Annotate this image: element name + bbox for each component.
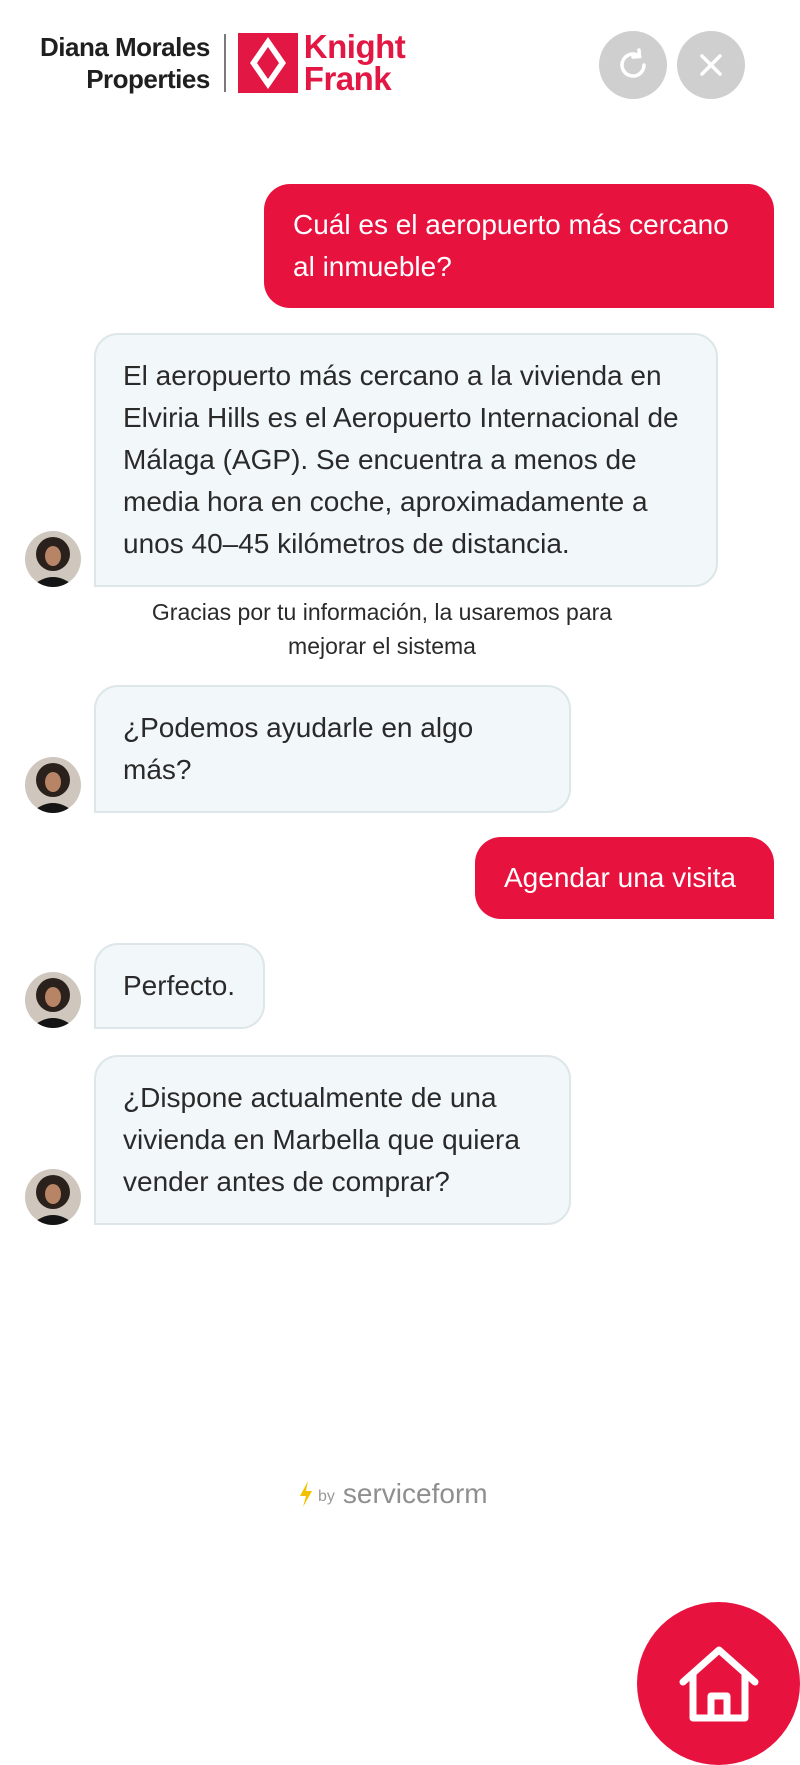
agent-avatar-icon	[25, 972, 81, 1028]
chat-widget: Diana Morales Properties Knight Frank Cu…	[0, 0, 800, 1530]
user-message: Cuál es el aeropuerto más cercano al inm…	[264, 184, 774, 308]
diana-morales-logo: Diana Morales Properties	[40, 31, 210, 95]
brand-right-line2: Frank	[303, 60, 392, 97]
avatar	[25, 757, 81, 813]
bot-message-text: ¿Podemos ayudarle en algo más?	[123, 712, 474, 785]
knight-frank-mark-icon	[237, 33, 298, 93]
home-icon	[679, 1646, 758, 1721]
knight-frank-logo: Knight Frank	[237, 28, 406, 97]
bot-message-text: ¿Dispone actualmente de una vivienda en …	[123, 1082, 520, 1197]
lightning-bolt-icon	[300, 1481, 312, 1507]
brand-left-line1: Diana Morales	[40, 32, 210, 62]
bot-message: ¿Dispone actualmente de una vivienda en …	[94, 1055, 571, 1225]
agent-avatar-icon	[25, 757, 81, 813]
home-launcher-button[interactable]	[637, 1602, 800, 1765]
powered-by[interactable]: by serviceform	[298, 1478, 488, 1510]
avatar	[25, 972, 81, 1028]
brand-right-line1: Knight	[303, 28, 406, 65]
bot-message: El aeropuerto más cercano a la vivienda …	[94, 333, 718, 587]
avatar	[25, 531, 81, 587]
bot-message-text: El aeropuerto más cercano a la vivienda …	[123, 360, 679, 559]
vendor-name: serviceform	[342, 1478, 488, 1509]
brand-divider	[223, 34, 226, 92]
brand-left-line2: Properties	[86, 64, 210, 94]
user-message: Agendar una visita	[475, 837, 774, 919]
bot-message: ¿Podemos ayudarle en algo más?	[94, 685, 571, 813]
refresh-icon	[620, 48, 646, 78]
refresh-button[interactable]	[599, 31, 667, 99]
close-icon	[700, 54, 722, 76]
powered-by-label: by	[318, 1488, 335, 1505]
feedback-notice: Gracias por tu información, la usaremos …	[151, 599, 613, 659]
agent-avatar-icon	[25, 1169, 81, 1225]
bot-message: Perfecto.	[94, 943, 265, 1029]
agent-avatar-icon	[25, 531, 81, 587]
brand-logo: Diana Morales Properties Knight Frank	[40, 28, 406, 97]
close-button[interactable]	[677, 31, 745, 99]
avatar	[25, 1169, 81, 1225]
bot-message-text: Perfecto.	[123, 970, 236, 1001]
user-message-text: Agendar una visita	[504, 862, 736, 893]
user-message-text: Cuál es el aeropuerto más cercano al inm…	[293, 209, 729, 282]
